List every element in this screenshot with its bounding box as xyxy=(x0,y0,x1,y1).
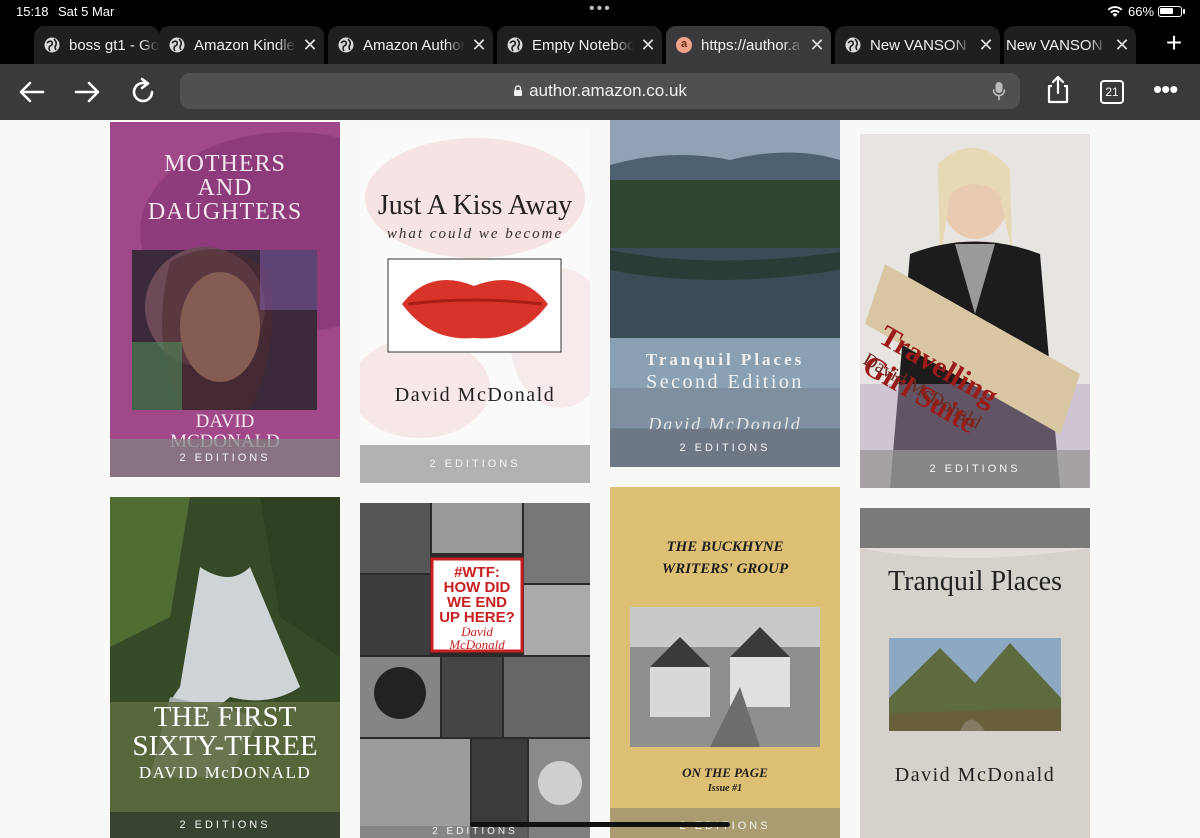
cover-art xyxy=(360,138,590,438)
tab-new-vanson-1[interactable]: New VANSON V ✕ xyxy=(835,26,1000,64)
book-cover-tranquil-places[interactable]: Tranquil Places David McDonald xyxy=(860,508,1090,838)
back-arrow-icon[interactable] xyxy=(16,76,48,108)
globe-icon xyxy=(169,37,185,53)
book-cover-wtf-how-did-we-end-up-here[interactable]: #WTF: HOW DID WE END UP HERE? David McDo… xyxy=(360,503,590,838)
status-date: Sat 5 Mar xyxy=(58,4,115,19)
tab-title: Amazon Kindle xyxy=(194,36,295,54)
status-bar: 15:18 Sat 5 Mar ••• 66% xyxy=(0,0,1200,24)
cover-author: David McDonald xyxy=(394,384,556,406)
editions-label: 2 EDITIONS xyxy=(360,445,590,483)
tab-overview-button[interactable]: 21 xyxy=(1100,80,1124,104)
close-tab-icon[interactable]: ✕ xyxy=(972,35,1000,56)
address-bar[interactable]: author.amazon.co.uk xyxy=(180,73,1020,109)
home-indicator[interactable] xyxy=(470,822,730,827)
cover-art xyxy=(860,508,1090,838)
cover-title: Tranquil Places xyxy=(888,566,1062,597)
cover-author: DAVID xyxy=(195,411,255,432)
editions-label: 2 EDITIONS xyxy=(110,439,340,477)
new-tab-button[interactable]: + xyxy=(1160,26,1188,62)
tab-title: New VANSON V xyxy=(1006,36,1108,54)
tab-empty-notebook[interactable]: Empty Noteboo ✕ xyxy=(497,26,662,64)
cover-title: THE FIRST xyxy=(153,701,297,733)
close-tab-icon[interactable]: ✕ xyxy=(296,35,324,56)
close-tab-icon[interactable]: ✕ xyxy=(1108,35,1136,56)
globe-icon xyxy=(44,37,60,53)
more-options-button[interactable]: ••• xyxy=(1153,76,1178,102)
cover-art xyxy=(860,147,1090,488)
tab-title: https://author.a xyxy=(701,36,801,54)
book-cover-tranquil-places-second-edition[interactable]: Tranquil Places Second Edition David McD… xyxy=(610,120,840,467)
globe-icon xyxy=(845,37,861,53)
lock-icon xyxy=(514,85,523,96)
share-icon[interactable] xyxy=(1042,74,1074,106)
tab-title: Empty Noteboo xyxy=(532,36,634,54)
cover-title: MOTHERS xyxy=(164,151,286,177)
book-cover-travelling-girl-suite[interactable]: Travelling Girl Suite David McDonald 2 E… xyxy=(860,134,1090,488)
battery-icon xyxy=(1158,6,1182,17)
url-text: author.amazon.co.uk xyxy=(529,81,687,100)
battery-percentage: 66% xyxy=(1128,4,1155,19)
microphone-icon[interactable] xyxy=(992,81,1006,101)
cover-issue: Issue #1 xyxy=(707,783,743,794)
reload-icon[interactable] xyxy=(127,76,159,108)
close-tab-icon[interactable]: ✕ xyxy=(803,35,831,56)
tab-title: New VANSON V xyxy=(870,36,972,54)
globe-icon xyxy=(338,37,354,53)
cover-title: Tranquil Places xyxy=(645,350,805,369)
tab-new-vanson-2[interactable]: New VANSON V ✕ xyxy=(1004,26,1136,64)
multitasking-dots-icon[interactable]: ••• xyxy=(589,0,612,18)
tab-amazon-author[interactable]: Amazon Author ✕ xyxy=(328,26,493,64)
wifi-icon xyxy=(1107,6,1123,17)
cover-subtitle: what could we become xyxy=(386,226,564,242)
editions-label: 2 EDITIONS xyxy=(860,450,1090,488)
browser-toolbar: author.amazon.co.uk 21 ••• xyxy=(0,64,1200,120)
book-cover-buckhyne-writers-group[interactable]: THE BUCKHYNE WRITERS' GROUP ON THE PAGE … xyxy=(610,487,840,838)
book-cover-mothers-and-daughters[interactable]: MOTHERS AND DAUGHTERS DAVID MCDONALD 2 E… xyxy=(110,122,340,477)
page-content: MOTHERS AND DAUGHTERS DAVID MCDONALD 2 E… xyxy=(0,120,1200,838)
tab-amazon-kindle[interactable]: Amazon Kindle ✕ xyxy=(159,26,324,64)
globe-icon xyxy=(507,37,523,53)
cover-title: Just A Kiss Away xyxy=(377,190,573,221)
book-cover-the-first-sixty-three[interactable]: THE FIRST SIXTY-THREE DAVID McDONALD 2 E… xyxy=(110,497,340,838)
close-tab-icon[interactable]: ✕ xyxy=(634,35,662,56)
forward-arrow-icon[interactable] xyxy=(71,76,103,108)
editions-label: 2 EDITIONS xyxy=(110,812,340,838)
cover-art xyxy=(110,497,340,838)
cover-author: DAVID McDONALD xyxy=(138,763,312,782)
cover-art xyxy=(360,503,590,838)
tab-title: boss gt1 - Go xyxy=(69,36,159,54)
status-time: 15:18 xyxy=(16,4,49,19)
editions-label: 2 EDITIONS xyxy=(610,429,840,467)
cover-author: David McDonald xyxy=(894,764,1056,786)
editions-label: 2 EDITIONS xyxy=(360,826,590,838)
tab-boss-gt1[interactable]: boss gt1 - Go xyxy=(34,26,159,64)
close-tab-icon[interactable]: ✕ xyxy=(465,35,493,56)
book-cover-just-a-kiss-away[interactable]: Just A Kiss Away what could we become Da… xyxy=(360,128,590,483)
cover-title: THE BUCKHYNE xyxy=(666,539,784,555)
amazon-a-icon: a xyxy=(676,37,692,53)
tab-bar: boss gt1 - Go Amazon Kindle ✕ Amazon Aut… xyxy=(0,24,1200,64)
cover-subtitle: ON THE PAGE xyxy=(682,765,768,780)
tab-title: Amazon Author xyxy=(363,36,465,54)
cover-title: #WTF: xyxy=(454,564,500,581)
tab-author-amazon-active[interactable]: a https://author.a ✕ xyxy=(666,26,831,64)
